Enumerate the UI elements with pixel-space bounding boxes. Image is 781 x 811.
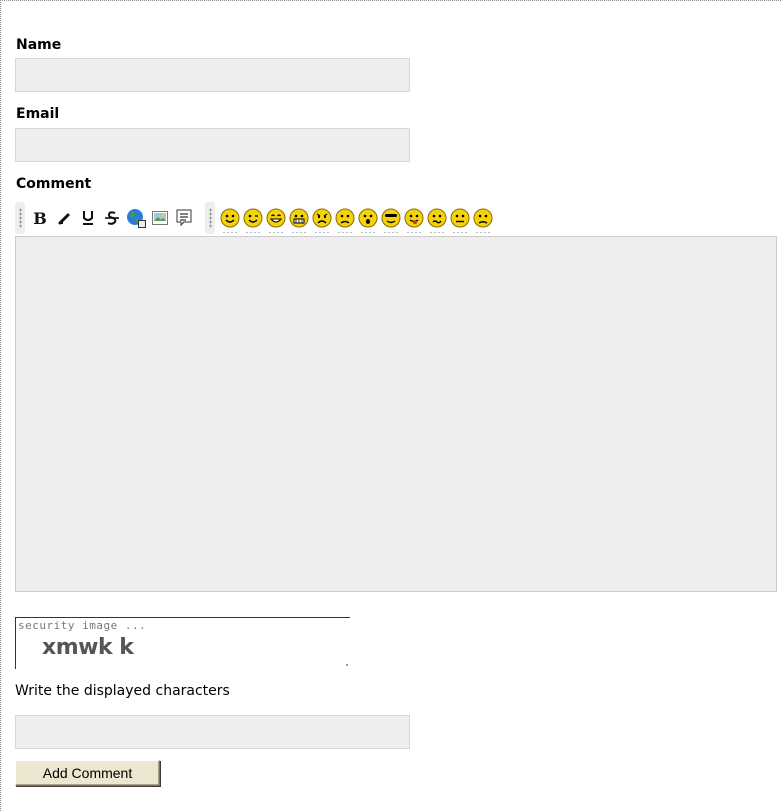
- comment-label: Comment: [16, 176, 92, 192]
- smiley-smile-icon[interactable]: [219, 205, 241, 233]
- underline-icon[interactable]: [77, 206, 99, 230]
- name-input[interactable]: [15, 58, 410, 92]
- toolbar-grip-handle[interactable]: [15, 202, 25, 234]
- smiley-toolbar-grip-handle[interactable]: [205, 202, 215, 234]
- smiley-surprised-icon[interactable]: [357, 205, 379, 233]
- insert-quote-icon[interactable]: [173, 206, 195, 230]
- email-input[interactable]: [15, 128, 410, 162]
- italic-icon[interactable]: [53, 206, 75, 230]
- bold-icon[interactable]: B: [29, 206, 51, 230]
- smiley-angry-icon[interactable]: [311, 205, 333, 233]
- smiley-confused-icon[interactable]: [426, 205, 448, 233]
- name-label: Name: [16, 37, 62, 53]
- insert-link-icon[interactable]: [125, 206, 147, 230]
- smiley-wink-icon[interactable]: [242, 205, 264, 233]
- captcha-instruction: Write the displayed characters: [15, 683, 230, 699]
- editor-toolbar: B: [15, 201, 495, 235]
- comment-textarea[interactable]: [15, 236, 777, 592]
- smiley-happy-icon[interactable]: [265, 205, 287, 233]
- strikethrough-icon[interactable]: [101, 206, 123, 230]
- smiley-tongue-icon[interactable]: [403, 205, 425, 233]
- smiley-frown-icon[interactable]: [472, 205, 494, 233]
- insert-image-icon[interactable]: [149, 206, 171, 230]
- captcha-header: security image ...: [18, 619, 147, 632]
- smiley-sad-icon[interactable]: [334, 205, 356, 233]
- captcha-input[interactable]: [15, 715, 410, 749]
- email-label: Email: [16, 106, 60, 122]
- smiley-neutral-icon[interactable]: [449, 205, 471, 233]
- smiley-cool-icon[interactable]: [380, 205, 402, 233]
- add-comment-button[interactable]: Add Comment: [15, 760, 160, 786]
- captcha-image: security image ... xmwk k: [15, 617, 350, 669]
- smiley-grin-icon[interactable]: [288, 205, 310, 233]
- captcha-code: xmwk k: [42, 635, 134, 660]
